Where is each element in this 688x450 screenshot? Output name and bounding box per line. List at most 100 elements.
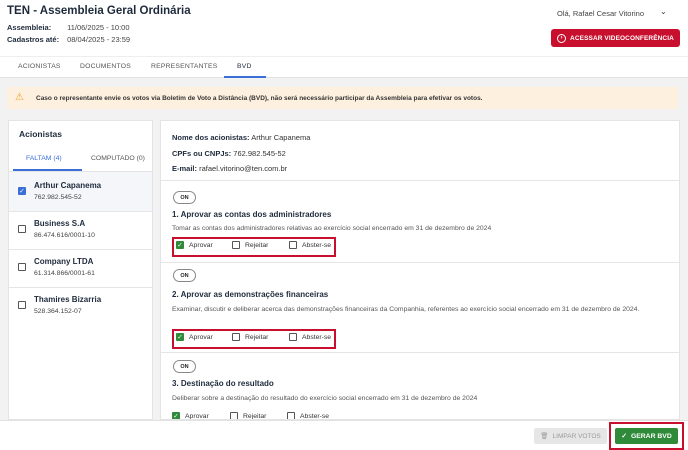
item-1-description: Tomar as contas dos administradores rela… [172, 225, 492, 232]
warning-icon: ⚠ [15, 92, 24, 103]
checkbox-checked[interactable]: ✓ [176, 333, 184, 341]
item-3-toggle[interactable]: ON [173, 360, 196, 373]
item-1-reject-option[interactable]: Rejeitar [232, 241, 268, 249]
item-3-description: Deliberar sobre a destinação do resultad… [172, 395, 478, 402]
shareholder-name: Company LTDA [34, 257, 94, 266]
shareholder-checkbox[interactable]: ✓ [18, 187, 26, 195]
trash-icon: 🗑 [540, 433, 549, 440]
option-label: Aprovar [189, 241, 213, 249]
cpf-row: CPFs ou CNPJs: 762.982.545-52 [172, 149, 286, 158]
option-label: Rejeitar [245, 333, 269, 341]
checkbox[interactable] [287, 412, 295, 419]
item-2-title: 2. Aprovar as demonstrações financeiras [172, 290, 329, 299]
tab-representantes[interactable]: REPRESENTANTES [151, 63, 218, 70]
main-tabs: ACIONISTAS DOCUMENTOS REPRESENTANTES BVD [0, 56, 688, 78]
email-value: rafael.vitorino@ten.com.br [199, 164, 288, 173]
item-1-toggle[interactable]: ON [173, 191, 196, 204]
registration-value: 08/04/2025 - 23:59 [67, 35, 131, 44]
divider [161, 262, 679, 263]
registration-date-row: Cadastros até: 08/04/2025 - 23:59 [7, 35, 130, 44]
video-conference-label: ACESSAR VIDEOCONFERÊNCIA [570, 34, 674, 42]
page-title: TEN - Assembleia Geral Ordinária [7, 5, 191, 17]
tab-documentos[interactable]: DOCUMENTOS [80, 63, 131, 70]
checkbox-checked[interactable]: ✓ [176, 241, 184, 249]
option-label: Aprovar [189, 333, 213, 341]
bvd-alert: ⚠ Caso o representante envie os votos vi… [7, 87, 678, 109]
assembly-date-row: Assembleia: 11/06/2025 - 10:00 [7, 23, 130, 32]
item-3-options: ✓ Aprovar Rejeitar Abster-se [172, 410, 336, 420]
item-2-reject-option[interactable]: Rejeitar [232, 333, 268, 341]
shareholder-item[interactable]: Company LTDA 61.314.866/0001-61 [9, 248, 152, 288]
shareholders-title: Acionistas [19, 129, 62, 139]
tab-pending[interactable]: FALTAM (4) [26, 155, 62, 162]
shareholder-checkbox[interactable] [18, 263, 26, 271]
shareholder-item[interactable]: Business S.A 86.474.616/0001-10 [9, 210, 152, 250]
shareholder-doc: 762.982.545-52 [34, 194, 82, 201]
checkbox[interactable] [232, 333, 240, 341]
user-greeting[interactable]: Olá, Rafael Cesar Vitorino [557, 9, 644, 18]
shareholder-name: Thamires Bizarria [34, 295, 102, 304]
registration-label: Cadastros até: [7, 35, 60, 44]
option-label: Rejeitar [245, 241, 269, 249]
item-1-options: ✓ Aprovar Rejeitar Abster-se [172, 237, 336, 257]
checkbox[interactable] [289, 333, 297, 341]
check-icon: ✓ [621, 433, 627, 440]
video-conference-button[interactable]: › ACESSAR VIDEOCONFERÊNCIA [551, 29, 680, 47]
option-label: Aprovar [185, 412, 209, 420]
email-row: E-mail: rafael.vitorino@ten.com.br [172, 164, 287, 173]
item-3-reject-option[interactable]: Rejeitar [230, 412, 267, 420]
shareholder-name: Arthur Capanema [34, 181, 102, 190]
option-label: Abster-se [300, 412, 330, 420]
clear-votes-label: LIMPAR VOTOS [552, 432, 601, 440]
alert-text: Caso o representante envie os votos via … [36, 94, 483, 102]
option-label: Abster-se [302, 241, 332, 249]
tab-bvd[interactable]: BVD [237, 63, 252, 70]
generate-bvd-label: GERAR BVD [630, 432, 672, 440]
option-label: Abster-se [302, 333, 332, 341]
checkbox[interactable] [232, 241, 240, 249]
email-label: E-mail: [172, 164, 198, 173]
option-label: Rejeitar [243, 412, 267, 420]
shareholder-name: Business S.A [34, 219, 86, 228]
tab-acionistas[interactable]: ACIONISTAS [18, 63, 61, 70]
checkbox-checked[interactable]: ✓ [172, 412, 180, 419]
shareholder-item[interactable]: Thamires Bizarria 528.364.152-07 [9, 286, 152, 326]
action-footer: 🗑 LIMPAR VOTOS ✓ GERAR BVD [0, 420, 688, 450]
cpf-value: 762.982.545-52 [233, 149, 286, 158]
generate-highlight: ✓ GERAR BVD [609, 422, 684, 450]
cpf-label: CPFs ou CNPJs: [172, 149, 232, 158]
arrow-right-circle-icon: › [557, 33, 567, 43]
item-1-abstain-option[interactable]: Abster-se [289, 241, 331, 249]
item-2-toggle[interactable]: ON [173, 269, 196, 282]
divider [161, 352, 679, 353]
item-3-title: 3. Destinação do resultado [172, 379, 274, 388]
divider [161, 180, 679, 181]
item-3-approve-option[interactable]: ✓ Aprovar [172, 412, 209, 420]
checkbox[interactable] [289, 241, 297, 249]
chevron-down-icon[interactable]: ⌄ [660, 7, 667, 16]
shareholder-item[interactable]: ✓ Arthur Capanema 762.982.545-52 [9, 172, 152, 212]
shareholders-panel: Acionistas FALTAM (4) COMPUTADO (0) ✓ Ar… [8, 120, 153, 420]
names-value: Arthur Capanema [251, 133, 311, 142]
item-1-approve-option[interactable]: ✓ Aprovar [176, 241, 213, 249]
shareholder-doc: 61.314.866/0001-61 [34, 270, 95, 277]
item-3-abstain-option[interactable]: Abster-se [287, 412, 330, 420]
checkbox[interactable] [230, 412, 238, 419]
item-1-title: 1. Aprovar as contas dos administradores [172, 210, 332, 219]
tab-computed[interactable]: COMPUTADO (0) [91, 155, 145, 162]
names-label: Nome dos acionistas: [172, 133, 250, 142]
shareholder-doc: 528.364.152-07 [34, 308, 82, 315]
shareholder-checkbox[interactable] [18, 301, 26, 309]
page-header: TEN - Assembleia Geral Ordinária Assembl… [0, 0, 688, 56]
clear-votes-button[interactable]: 🗑 LIMPAR VOTOS [534, 428, 607, 444]
item-2-abstain-option[interactable]: Abster-se [289, 333, 331, 341]
names-row: Nome dos acionistas: Arthur Capanema [172, 133, 310, 142]
item-2-approve-option[interactable]: ✓ Aprovar [176, 333, 213, 341]
item-2-description: Examinar, discutir e deliberar acerca da… [172, 306, 640, 313]
assembly-value: 11/06/2025 - 10:00 [67, 23, 130, 32]
item-2-options: ✓ Aprovar Rejeitar Abster-se [172, 329, 336, 349]
generate-bvd-button[interactable]: ✓ GERAR BVD [615, 428, 678, 444]
shareholder-checkbox[interactable] [18, 225, 26, 233]
shareholder-doc: 86.474.616/0001-10 [34, 232, 95, 239]
assembly-label: Assembleia: [7, 23, 52, 32]
